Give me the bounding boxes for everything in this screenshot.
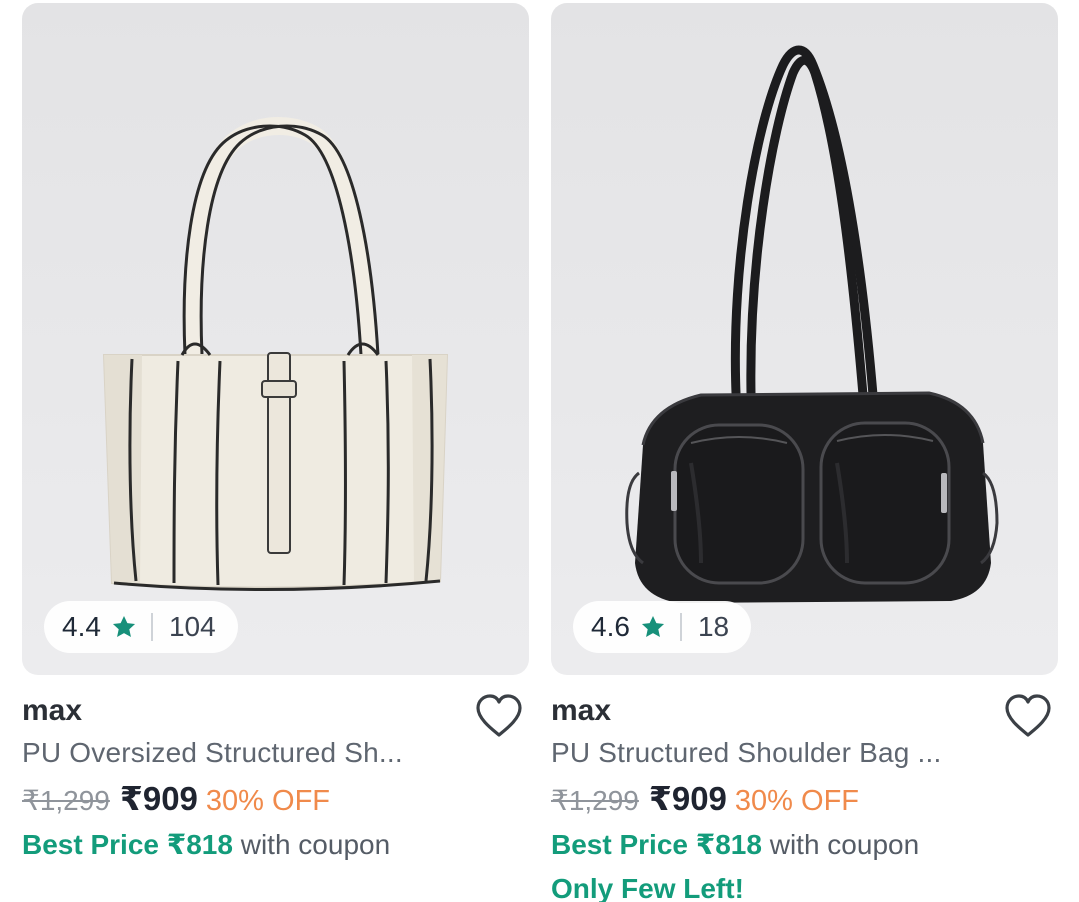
star-icon	[641, 615, 664, 637]
product-info[interactable]: max PU Structured Shoulder Bag ... ₹1,29…	[551, 691, 1058, 902]
mrp-price: ₹1,299	[551, 785, 639, 816]
divider	[679, 613, 682, 641]
rating-badge: 4.6 18	[573, 601, 752, 653]
product-title: PU Structured Shoulder Bag ...	[551, 737, 942, 768]
rating-score: 4.6	[591, 611, 630, 642]
price-row: ₹1,299 ₹909 30% OFF	[551, 775, 1058, 823]
product-card[interactable]: 4.6 18 max PU Structured Shoulder Bag ..…	[551, 3, 1058, 902]
selling-price: ₹909	[648, 780, 727, 817]
best-price-row: Best Price ₹818 with coupon	[551, 823, 1058, 867]
white-tote-bag-image	[102, 117, 449, 592]
best-price: Best Price ₹818	[22, 829, 233, 860]
product-image[interactable]: 4.4 104	[22, 3, 529, 675]
price-row: ₹1,299 ₹909 30% OFF	[22, 775, 529, 823]
product-image[interactable]: 4.6 18	[551, 3, 1058, 675]
coupon-note: with coupon	[240, 829, 391, 860]
heart-icon[interactable]	[1003, 693, 1053, 739]
selling-price: ₹909	[119, 780, 198, 817]
rating-badge: 4.4 104	[44, 601, 238, 653]
product-grid: 4.4 104 max PU Oversized Structured Sh..…	[0, 0, 1079, 902]
stock-note: Only Few Left!	[551, 873, 744, 902]
best-price-row: Best Price ₹818 with coupon	[22, 823, 529, 867]
brand-name: max	[22, 694, 83, 727]
best-price: Best Price ₹818	[551, 829, 762, 860]
divider	[150, 613, 153, 641]
discount-label: 30% OFF	[205, 785, 331, 817]
discount-label: 30% OFF	[734, 785, 860, 817]
product-title: PU Oversized Structured Sh...	[22, 737, 403, 768]
brand-name: max	[551, 694, 612, 727]
star-icon	[112, 615, 135, 637]
heart-icon[interactable]	[474, 693, 524, 739]
product-card[interactable]: 4.4 104 max PU Oversized Structured Sh..…	[22, 3, 529, 898]
rating-score: 4.4	[62, 611, 101, 642]
black-shoulder-bag-image	[625, 45, 999, 603]
product-info[interactable]: max PU Oversized Structured Sh... ₹1,299…	[22, 691, 529, 867]
rating-count: 18	[697, 611, 730, 642]
rating-count: 104	[168, 611, 216, 642]
mrp-price: ₹1,299	[22, 785, 110, 816]
coupon-note: with coupon	[769, 829, 920, 860]
